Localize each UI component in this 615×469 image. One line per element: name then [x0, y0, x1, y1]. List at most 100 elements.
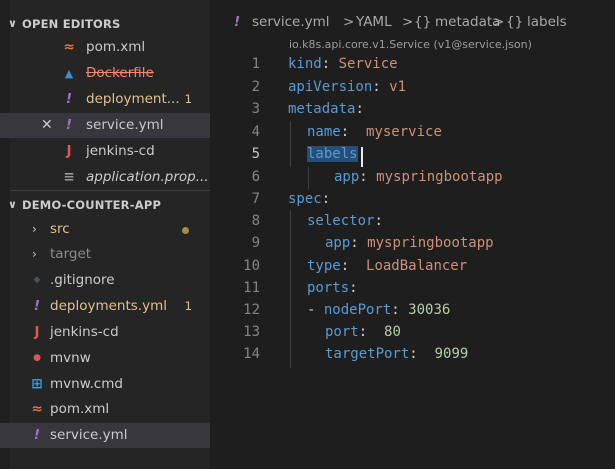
breadcrumb-labels[interactable]: labels	[527, 14, 567, 30]
tree-item-label: src	[50, 221, 70, 237]
code-line[interactable]: apiVersion: v1	[288, 79, 406, 95]
schema-hint[interactable]: io.k8s.api.core.v1.Service (v1@service.j…	[289, 38, 532, 51]
tree-item-label: pom.xml	[50, 401, 110, 417]
tree-folder-src[interactable]: › src	[0, 217, 210, 242]
code-line[interactable]: metadata:	[288, 101, 364, 117]
properties-icon: ≡	[63, 169, 75, 185]
code-line[interactable]: type: LoadBalancer	[307, 258, 467, 274]
open-editor-label: pom.xml	[86, 39, 146, 55]
yaml-icon: !	[33, 427, 41, 443]
chevron-down-icon: ∨	[8, 198, 18, 211]
line-number: 2	[251, 79, 260, 95]
object-icon: {}	[414, 14, 432, 30]
rss-icon: ≈	[31, 401, 43, 417]
line-number: 5	[251, 146, 260, 162]
open-editor-label: jenkins-cd	[86, 143, 155, 159]
code-line[interactable]: app: myspringbootapp	[334, 169, 503, 185]
open-editor-jenkins-cd[interactable]: J jenkins-cd	[0, 139, 210, 164]
indent-guide	[290, 121, 291, 167]
breadcrumb-language[interactable]: YAML	[356, 14, 392, 30]
chevron-right-icon: ›	[32, 222, 37, 236]
tree-item-label: .gitignore	[50, 272, 115, 288]
open-editor-label: Dockerfile	[86, 65, 154, 81]
code-line[interactable]: kind: Service	[288, 56, 398, 72]
modified-dot-icon	[182, 227, 189, 234]
tree-file-jenkins-cd[interactable]: J jenkins-cd	[0, 320, 210, 345]
project-header[interactable]: ∨ DEMO-COUNTER-APP	[0, 194, 210, 216]
line-number: 3	[251, 101, 260, 117]
tree-item-label: target	[50, 246, 92, 262]
tree-item-label: jenkins-cd	[50, 324, 119, 340]
problem-count-badge: 1	[184, 299, 192, 313]
open-editor-dockerfile[interactable]: ▲ Dockerfile	[0, 61, 210, 86]
close-icon[interactable]: ✕	[41, 113, 53, 138]
chevron-down-icon: ∨	[8, 17, 18, 30]
code-line[interactable]: port: 80	[325, 324, 401, 340]
breadcrumb: ! service.yml > YAML > {} metadata > {} …	[210, 12, 615, 34]
open-editor-pom-xml[interactable]: ≈ pom.xml	[0, 35, 210, 60]
breadcrumb-file[interactable]: service.yml	[252, 14, 330, 30]
code-line[interactable]: spec:	[288, 191, 330, 207]
line-number: 14	[243, 346, 260, 362]
code-line[interactable]: app: myspringbootapp	[325, 235, 494, 251]
line-number: 9	[251, 235, 260, 251]
chevron-right-icon: >	[402, 14, 414, 30]
chevron-right-icon: >	[343, 14, 355, 30]
code-line[interactable]: - nodePort: 30036	[307, 302, 450, 318]
tree-file-service-yml[interactable]: ! service.yml	[0, 423, 210, 448]
tree-item-label: mvnw.cmd	[50, 376, 123, 392]
chevron-right-icon: >	[493, 14, 505, 30]
open-editor-label: application.prop...	[86, 169, 209, 185]
yaml-icon: !	[234, 14, 241, 30]
tree-file-deployments-yml[interactable]: ! deployments.yml 1	[0, 294, 210, 319]
code-line-active[interactable]: labels:	[307, 146, 366, 162]
section-divider	[10, 190, 210, 191]
rss-icon: ≈	[63, 39, 75, 55]
open-editor-label: service.yml	[86, 117, 164, 133]
code-editor[interactable]: ! service.yml > YAML > {} metadata > {} …	[210, 0, 615, 469]
breadcrumb-metadata[interactable]: metadata	[435, 14, 500, 30]
line-number: 10	[243, 258, 260, 274]
line-number: 12	[243, 302, 260, 318]
tree-file-gitignore[interactable]: ◆ .gitignore	[0, 268, 210, 293]
git-icon: ◆	[33, 275, 41, 285]
yaml-icon: !	[33, 298, 41, 314]
open-editor-label: deployment...	[86, 91, 180, 107]
project-title: DEMO-COUNTER-APP	[22, 198, 162, 212]
selected-text: labels	[307, 146, 358, 162]
tree-item-label: mvnw	[50, 350, 91, 366]
tree-folder-target[interactable]: › target	[0, 242, 210, 267]
tree-item-label: service.yml	[50, 427, 128, 443]
code-line[interactable]: targetPort: 9099	[325, 346, 468, 362]
indent-guide	[308, 167, 309, 189]
line-number: 6	[251, 169, 260, 185]
tree-item-label: deployments.yml	[50, 298, 167, 314]
line-number: 13	[243, 324, 260, 340]
code-line[interactable]: selector:	[307, 213, 383, 229]
open-editor-service-yml[interactable]: ✕ ! service.yml	[0, 113, 210, 138]
line-number: 4	[251, 124, 260, 140]
mvnw-icon: ●	[33, 353, 41, 363]
problem-count-badge: 1	[184, 92, 192, 106]
jenkins-icon: J	[66, 143, 72, 159]
line-number: 1	[251, 56, 260, 72]
line-number: 8	[251, 213, 260, 229]
open-editor-application-properties[interactable]: ≡ application.prop...	[0, 165, 210, 190]
chevron-right-icon: ›	[32, 247, 37, 261]
indent-guide	[290, 210, 291, 368]
line-number: 7	[251, 191, 260, 207]
windows-icon: ⊞	[31, 376, 43, 392]
tree-file-mvnw-cmd[interactable]: ⊞ mvnw.cmd	[0, 372, 210, 397]
open-editors-title: OPEN EDITORS	[22, 17, 121, 31]
open-editor-deployment[interactable]: ! deployment... 1	[0, 87, 210, 112]
open-editors-header[interactable]: ∨ OPEN EDITORS	[0, 13, 210, 35]
yaml-icon: !	[65, 117, 73, 133]
text-cursor	[361, 147, 363, 167]
tree-file-mvnw[interactable]: ● mvnw	[0, 346, 210, 371]
jenkins-icon: J	[34, 324, 40, 340]
code-line[interactable]: name: myservice	[307, 124, 442, 140]
code-line[interactable]: ports:	[307, 280, 358, 296]
tree-file-pom-xml[interactable]: ≈ pom.xml	[0, 397, 210, 422]
docker-icon: ▲	[64, 67, 74, 80]
explorer-sidebar: ∨ OPEN EDITORS ≈ pom.xml ▲ Dockerfile ! …	[0, 0, 210, 469]
